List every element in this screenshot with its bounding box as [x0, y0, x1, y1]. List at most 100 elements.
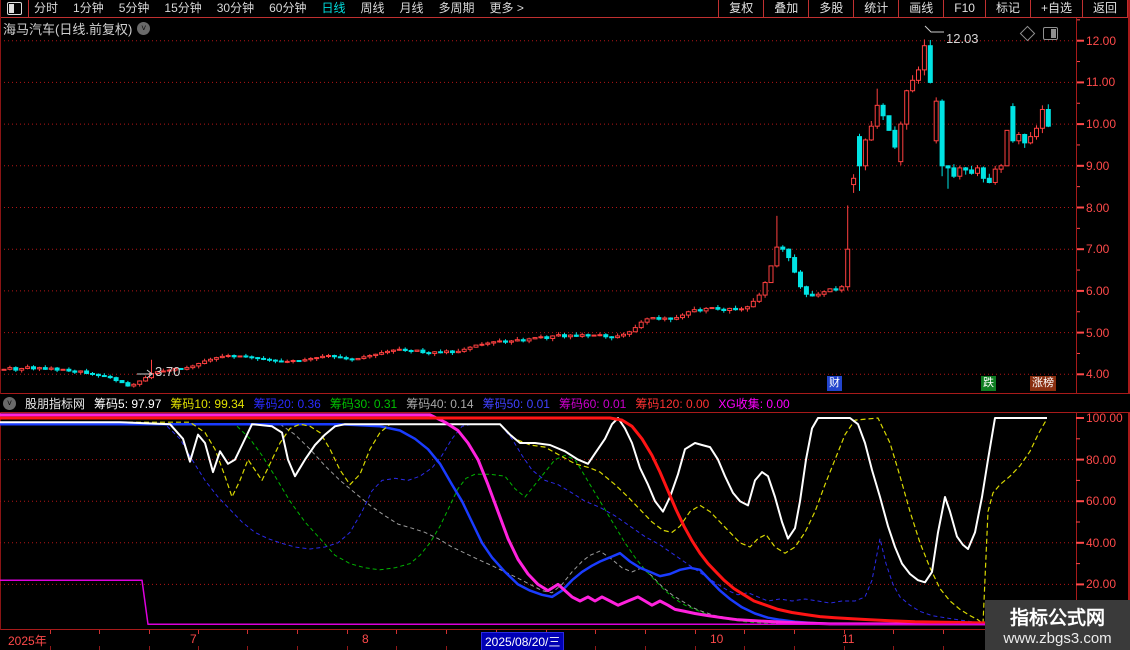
timeline-tick [50, 630, 51, 634]
timeline-label: 8 [362, 632, 369, 646]
price-axis-label: 6.00 [1086, 284, 1128, 298]
timeline-tick [794, 646, 795, 650]
top-toolbar: 分时 1分钟 5分钟 15分钟 30分钟 60分钟日线周线月线多周期更多 > 复权叠加多股… [0, 0, 1130, 18]
price-axis-label: 4.00 [1086, 367, 1128, 381]
timeline-tick [943, 630, 944, 634]
indicator-axis-label: 80.00 [1086, 453, 1128, 467]
period-tab-30分钟[interactable]: 30分钟 [217, 0, 254, 17]
chevron-down-icon[interactable]: ˅ [137, 22, 150, 35]
indicator-line-chip20 [0, 424, 1047, 624]
legend-value: 筹码60: 0.01 [559, 395, 626, 412]
timeline-tick [893, 646, 894, 650]
indicator-source: 股朋指标网 [25, 395, 85, 412]
chart-corner-icons [1022, 27, 1058, 40]
price-axis-label: 9.00 [1086, 159, 1128, 173]
legend-value: 筹码5: 97.97 [94, 395, 161, 412]
indicator-line-chip10 [0, 418, 1047, 624]
timeline-tick [347, 630, 348, 634]
timeline[interactable]: 2025年782025/08/20/三1011 [0, 630, 1130, 650]
timeline-label: 11 [842, 632, 854, 646]
timeline-tick [794, 630, 795, 634]
indicator-axis-label: 60.00 [1086, 494, 1128, 508]
timeline-label: 2025年 [8, 632, 47, 649]
period-tab-5分钟[interactable]: 5分钟 [119, 0, 150, 17]
toolbar-button-叠加[interactable]: 叠加 [763, 0, 808, 17]
indicator-chart[interactable] [0, 413, 1130, 629]
diamond-icon[interactable] [1020, 26, 1036, 42]
legend-value: 筹码20: 0.36 [253, 395, 320, 412]
toolbar-button-统计[interactable]: 统计 [853, 0, 898, 17]
window-split-icon[interactable] [0, 0, 29, 17]
badge-财[interactable]: 财 [827, 376, 842, 391]
low-price-annotation: 3.70 [155, 364, 180, 379]
timeline-tick [247, 646, 248, 650]
period-tab-分时[interactable]: 分时 [34, 0, 58, 17]
timeline-tick [149, 646, 150, 650]
timeline-cursor-date: 2025/08/20/三 [481, 632, 564, 650]
toolbar-button-多股[interactable]: 多股 [808, 0, 853, 17]
legend-value: XG收集: 0.00 [718, 395, 789, 412]
timeline-tick [50, 646, 51, 650]
period-tab-周线[interactable]: 周线 [360, 0, 384, 17]
period-tab-多周期[interactable]: 多周期 [439, 0, 475, 17]
timeline-tick [695, 630, 696, 634]
legend-value: 筹码30: 0.31 [330, 395, 397, 412]
badge-涨榜[interactable]: 涨榜 [1030, 376, 1056, 391]
timeline-tick [893, 630, 894, 634]
toolbar-button-返回[interactable]: 返回 [1082, 0, 1128, 17]
timeline-tick [595, 630, 596, 634]
indicator-line-chip120 [0, 418, 1047, 624]
chart-title-row: 海马汽车(日线.前复权) ˅ [3, 19, 150, 38]
timeline-tick [347, 646, 348, 650]
timeline-tick [645, 630, 646, 634]
timeline-tick [297, 630, 298, 634]
timeline-tick [396, 646, 397, 650]
timeline-tick [247, 630, 248, 634]
page-title: 海马汽车(日线.前复权) [3, 19, 132, 38]
legend-value: 筹码120: 0.00 [635, 395, 709, 412]
period-tab-1分钟[interactable]: 1分钟 [73, 0, 104, 17]
legend-value: 筹码50: 0.01 [483, 395, 550, 412]
period-tab-更多 >[interactable]: 更多 > [490, 0, 524, 17]
toolbar-button-复权[interactable]: 复权 [718, 0, 763, 17]
toolbar-button-+自选[interactable]: +自选 [1030, 0, 1082, 17]
timeline-tick [595, 646, 596, 650]
price-axis-label: 7.00 [1086, 242, 1128, 256]
price-axis-label: 11.00 [1086, 75, 1128, 89]
watermark-title: 指标公式网 [985, 603, 1130, 630]
indicator-line-chip40 [0, 424, 1047, 624]
legend-value: 筹码10: 99.34 [170, 395, 244, 412]
badge-跌[interactable]: 跌 [981, 376, 996, 391]
timeline-tick [744, 646, 745, 650]
timeline-tick [744, 630, 745, 634]
indicator-axis-label: 20.00 [1086, 577, 1128, 591]
period-tab-月线[interactable]: 月线 [400, 0, 424, 17]
timeline-tick [99, 646, 100, 650]
high-price-annotation: 12.03 [946, 31, 979, 46]
toolbar-actions: 复权叠加多股统计画线F10标记+自选返回 [718, 0, 1128, 17]
timeline-tick [149, 630, 150, 634]
period-tab-60分钟[interactable]: 60分钟 [269, 0, 306, 17]
indicator-axis-label: 40.00 [1086, 536, 1128, 550]
period-tab-15分钟[interactable]: 15分钟 [164, 0, 201, 17]
pane-split-icon[interactable] [1043, 27, 1058, 40]
indicator-legend: ˅ 股朋指标网 筹码5: 97.97 筹码10: 99.34 筹码20: 0.36 筹… [0, 394, 1130, 412]
timeline-tick [695, 646, 696, 650]
toolbar-button-画线[interactable]: 画线 [898, 0, 943, 17]
watermark-url: www.zbgs3.com [985, 630, 1130, 647]
period-tabs: 分时 1分钟 5分钟 15分钟 30分钟 60分钟日线周线月线多周期更多 > [34, 0, 524, 17]
app-window: 分时 1分钟 5分钟 15分钟 30分钟 60分钟日线周线月线多周期更多 > 复权叠加多股… [0, 0, 1130, 650]
toolbar-button-标记[interactable]: 标记 [985, 0, 1030, 17]
timeline-tick [198, 646, 199, 650]
candlestick-chart[interactable] [0, 18, 1130, 393]
toolbar-button-F10[interactable]: F10 [943, 0, 985, 17]
price-axis-label: 12.00 [1086, 34, 1128, 48]
indicator-line-chip50 [0, 424, 1047, 624]
timeline-tick [645, 646, 646, 650]
timeline-tick [99, 630, 100, 634]
timeline-tick [943, 646, 944, 650]
period-tab-日线[interactable]: 日线 [321, 0, 345, 17]
timeline-tick [446, 646, 447, 650]
chevron-down-icon[interactable]: ˅ [3, 397, 16, 410]
watermark: 指标公式网 www.zbgs3.com [985, 600, 1130, 650]
